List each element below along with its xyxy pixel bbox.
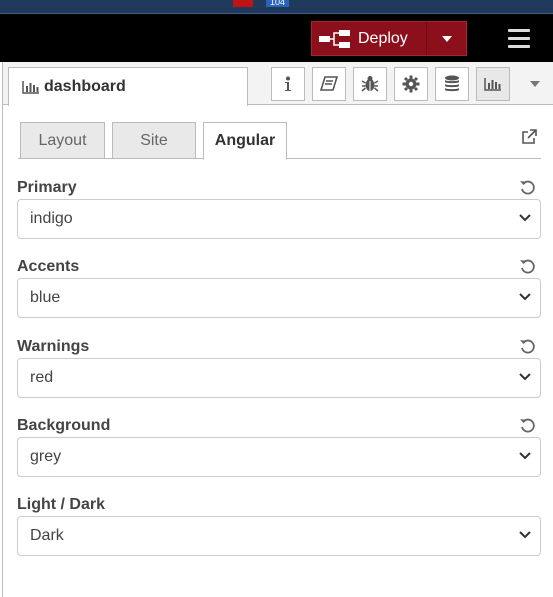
app-header: Deploy (0, 14, 553, 62)
book-icon (320, 76, 338, 91)
warnings-value: red (30, 369, 54, 386)
chevron-down-icon (519, 293, 531, 301)
tab-angular[interactable]: Angular (203, 122, 287, 160)
deploy-options-button[interactable] (426, 22, 466, 55)
reset-icon[interactable] (519, 179, 537, 197)
background-value: grey (30, 448, 62, 465)
context-data-button[interactable] (435, 67, 469, 101)
red-badge (233, 0, 253, 7)
dashboard-chart-icon (22, 81, 39, 94)
gear-icon (402, 75, 420, 93)
primary-select[interactable]: indigo (17, 199, 541, 239)
theme-tab-bar: Layout Site Angular (18, 121, 541, 160)
dashboard-button[interactable] (476, 67, 510, 101)
sidebar-tab-label: dashboard (44, 78, 126, 95)
warnings-label: Warnings (17, 338, 90, 355)
database-icon (445, 75, 459, 92)
top-strip: 104 (0, 0, 553, 14)
tab-layout[interactable]: Layout (20, 122, 105, 159)
sidebar-tab-dashboard[interactable]: dashboard (8, 67, 248, 106)
warnings-select[interactable]: red (17, 358, 541, 398)
light-dark-select[interactable]: Dark (17, 516, 541, 556)
sidebar: dashboard Layout Site Angular Primary in… (2, 62, 553, 597)
accents-select[interactable]: blue (17, 278, 541, 318)
sidebar-tab-bar: dashboard (3, 62, 553, 106)
deploy-label: Deploy (358, 29, 408, 47)
tab-site[interactable]: Site (112, 122, 196, 159)
hamburger-menu-icon[interactable] (497, 23, 541, 53)
caret-down-icon (441, 35, 452, 42)
deploy-nodes-icon (312, 22, 358, 55)
chevron-down-icon (519, 373, 531, 381)
caret-down-icon (530, 81, 540, 87)
number-badge: 104 (266, 0, 290, 7)
debug-button[interactable] (353, 67, 387, 101)
light-dark-label: Light / Dark (17, 496, 106, 513)
accents-value: blue (30, 289, 61, 306)
accents-label: Accents (17, 258, 80, 275)
info-button[interactable] (271, 67, 305, 101)
chevron-down-icon (519, 452, 531, 460)
chevron-down-icon (519, 214, 531, 222)
background-select[interactable]: grey (17, 437, 541, 477)
bug-icon (361, 76, 379, 92)
config-button[interactable] (394, 67, 428, 101)
primary-label: Primary (17, 179, 77, 196)
background-label: Background (17, 417, 111, 434)
info-icon (285, 76, 291, 91)
reset-icon[interactable] (519, 338, 537, 356)
light-dark-value: Dark (30, 527, 64, 544)
primary-value: indigo (30, 210, 73, 227)
dashboard-chart-icon (484, 78, 501, 91)
sidebar-tab-dropdown[interactable] (524, 72, 546, 96)
deploy-button[interactable]: Deploy (311, 21, 467, 56)
help-book-button[interactable] (312, 67, 346, 101)
chevron-down-icon (519, 531, 531, 539)
reset-icon[interactable] (519, 417, 537, 435)
external-link-icon[interactable] (517, 125, 541, 149)
reset-icon[interactable] (519, 258, 537, 276)
